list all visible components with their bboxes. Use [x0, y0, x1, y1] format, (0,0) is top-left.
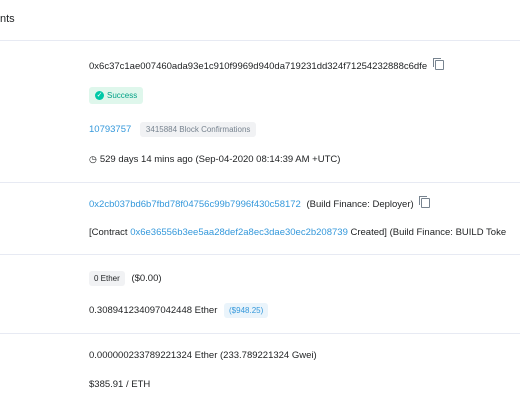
tx-hash-row: 0x6c37c1ae007460ada93e1c910f9969d940da71…	[89, 58, 444, 72]
status-badge: ✓ Success	[89, 87, 144, 104]
value-ether-badge: 0 Ether	[89, 271, 125, 286]
to-contract-link[interactable]: 0x6e36556b3ee5aa28def2a8ec3dae30ec2b2087…	[130, 227, 348, 238]
block-number-link[interactable]: 10793757	[89, 124, 131, 135]
block-row: 10793757 3415884 Block Confirmations	[89, 122, 257, 137]
to-created: Created]	[350, 227, 387, 238]
tx-hash: 0x6c37c1ae007460ada93e1c910f9969d940da71…	[89, 61, 428, 72]
timestamp-text: 529 days 14 mins ago (Sep-04-2020 08:14:…	[99, 154, 341, 165]
check-circle-icon: ✓	[95, 91, 104, 100]
from-tag: (Build Finance: Deployer)	[306, 199, 414, 210]
from-address-link[interactable]: 0x2cb037bd6b7fbd78f04756c99b7996f430c581…	[89, 199, 301, 210]
value-row: 0 Ether ($0.00)	[89, 271, 162, 286]
eth-price-row: $385.91 / ETH	[89, 379, 150, 390]
tabs-bar: nts	[0, 0, 520, 41]
to-tag: (Build Finance: BUILD Toke	[389, 227, 507, 238]
gas-price-row: 0.000000233789221324 Ether (233.78922132…	[89, 350, 317, 361]
tab-comments[interactable]: nts	[0, 13, 15, 25]
to-prefix: [Contract	[89, 227, 128, 238]
timestamp-row: ◷ 529 days 14 mins ago (Sep-04-2020 08:14…	[89, 154, 340, 165]
from-row: 0x2cb037bd6b7fbd78f04756c99b7996f430c581…	[89, 196, 431, 210]
divider	[0, 254, 520, 255]
fee-usd-badge: ($948.25)	[224, 303, 269, 318]
copy-icon[interactable]	[419, 196, 431, 208]
eth-price: $385.91 / ETH	[89, 379, 151, 390]
fee-row: 0.308941234097042448 Ether ($948.25)	[89, 303, 269, 318]
value-usd: ($0.00)	[131, 273, 162, 285]
confirmations-badge: 3415884 Block Confirmations	[139, 122, 257, 137]
divider	[0, 182, 520, 183]
status-text: Success	[107, 91, 138, 100]
fee-ether: 0.308941234097042448 Ether	[89, 305, 218, 317]
copy-icon[interactable]	[432, 58, 444, 70]
divider	[0, 333, 520, 334]
gas-price: 0.000000233789221324 Ether (233.78922132…	[89, 350, 317, 361]
to-row: [Contract 0x6e36556b3ee5aa28def2a8ec3dae…	[89, 227, 506, 238]
clock-icon: ◷	[89, 154, 97, 164]
